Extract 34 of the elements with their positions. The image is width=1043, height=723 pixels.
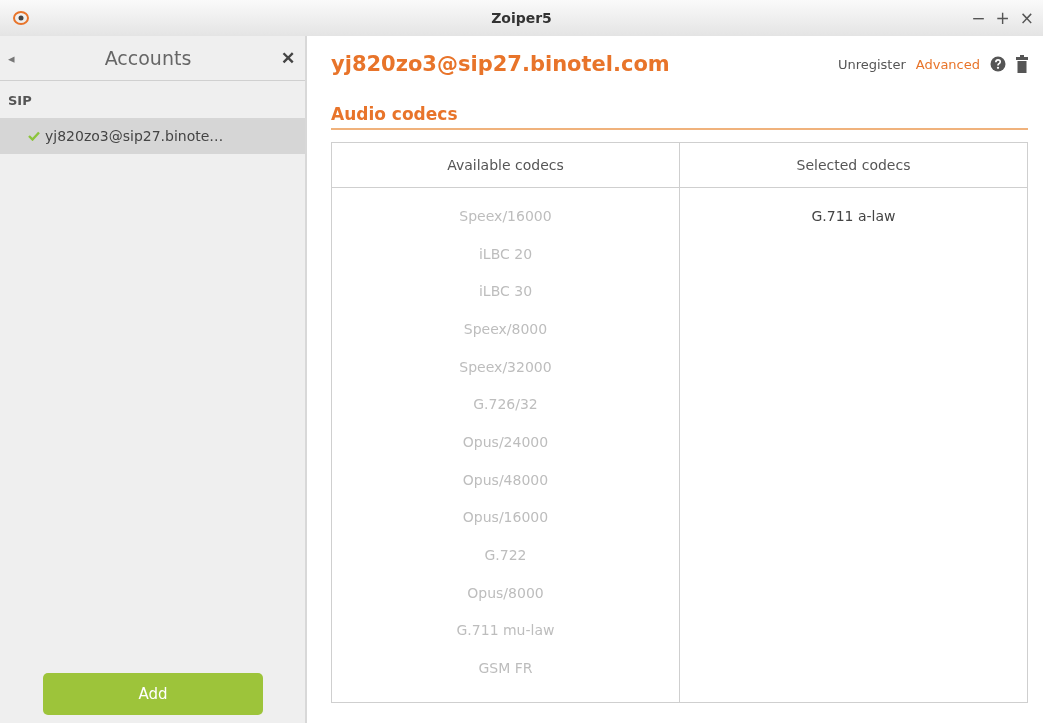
codec-item[interactable]: Opus/16000 [332, 498, 679, 537]
codec-item[interactable]: iLBC 30 [332, 272, 679, 311]
codec-item[interactable]: G.711 a-law [680, 197, 1027, 235]
section-title: Audio codecs [331, 92, 1028, 130]
codec-item[interactable]: Opus/48000 [332, 460, 679, 499]
group-label: SIP [7, 92, 33, 110]
help-icon[interactable] [990, 56, 1006, 72]
codec-item[interactable]: G.726/32 [332, 385, 679, 424]
account-title: yj820zo3@sip27.binotel.com [331, 52, 671, 76]
logo-icon [12, 10, 30, 26]
back-button[interactable]: ◂ [8, 50, 15, 66]
trash-icon[interactable] [1016, 55, 1028, 73]
column-header: Available codecs [332, 143, 679, 188]
codec-item[interactable]: GSM FR [332, 649, 679, 687]
codec-item[interactable]: G.711 mu-law [332, 611, 679, 650]
codec-item[interactable]: Speex/8000 [332, 310, 679, 348]
close-button[interactable]: ✕ [281, 47, 295, 69]
account-name: yj820zo3@sip27.binote… [45, 128, 224, 144]
codec-item[interactable]: iLBC 20 [332, 234, 679, 273]
account-item[interactable]: yj820zo3@sip27.binote… [0, 118, 305, 154]
action-link[interactable]: Advanced [915, 56, 980, 72]
codec-item[interactable]: G.722 [332, 536, 679, 574]
column-header: Selected codecs [680, 143, 1027, 188]
window-title: Zoiper5 [491, 10, 552, 26]
codec-item[interactable]: Opus/24000 [332, 423, 679, 461]
add-button[interactable]: Add [43, 673, 263, 715]
action-link[interactable]: Unregister [837, 56, 906, 72]
window-control-button[interactable]: − [968, 8, 989, 28]
codec-item[interactable]: Opus/8000 [332, 573, 679, 612]
sidebar-title: Accounts [103, 47, 193, 69]
codec-item[interactable]: Speex/32000 [332, 347, 679, 386]
window-control-button[interactable]: × [1016, 8, 1037, 28]
codec-item[interactable]: Speex/16000 [332, 197, 679, 235]
window-control-button[interactable]: + [992, 8, 1013, 28]
